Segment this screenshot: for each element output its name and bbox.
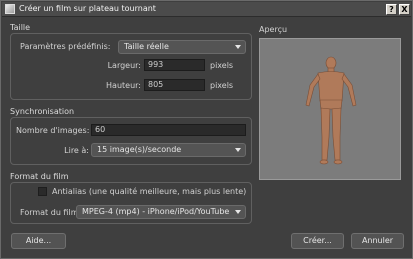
frames-label: Nombre d'images: xyxy=(16,126,90,135)
app-icon xyxy=(5,4,15,14)
cancel-button[interactable]: Annuler xyxy=(351,233,404,249)
window-title: Créer un film sur plateau tournant xyxy=(19,4,156,13)
rate-value: 15 image(s)/seconde xyxy=(97,145,182,154)
preview-panel xyxy=(259,38,401,180)
group-title-format: Format du film xyxy=(10,172,69,181)
rate-dropdown[interactable]: 15 image(s)/seconde xyxy=(91,143,246,157)
antialias-checkbox[interactable] xyxy=(38,187,47,196)
height-label: Hauteur: xyxy=(106,81,141,90)
chevron-down-icon xyxy=(235,148,241,152)
preview-title: Aperçu xyxy=(259,25,288,34)
format-value: MPEG-4 (mp4) - iPhone/iPod/YouTube xyxy=(82,207,230,216)
help-title-button[interactable]: ? xyxy=(386,4,397,15)
preset-value: Taille réelle xyxy=(124,42,169,51)
title-bar[interactable]: Créer un film sur plateau tournant ? X xyxy=(2,2,411,17)
group-title-synchro: Synchronisation xyxy=(10,107,75,116)
help-button[interactable]: Aide... xyxy=(11,233,66,249)
height-unit: pixels xyxy=(210,81,234,90)
width-input[interactable]: 993 xyxy=(144,59,205,71)
format-label: Format du film: xyxy=(20,208,82,217)
width-label: Largeur: xyxy=(107,61,141,70)
rate-label: Lire à: xyxy=(64,146,89,155)
dialog-window: Créer un film sur plateau tournant ? X T… xyxy=(0,0,413,259)
close-button[interactable]: X xyxy=(399,4,410,15)
format-dropdown[interactable]: MPEG-4 (mp4) - iPhone/iPod/YouTube xyxy=(76,205,246,219)
frames-input[interactable]: 60 xyxy=(91,124,246,136)
preset-dropdown[interactable]: Taille réelle xyxy=(118,40,246,54)
create-button[interactable]: Créer... xyxy=(291,233,344,249)
group-title-taille: Taille xyxy=(10,23,31,32)
human-figure-image xyxy=(305,56,357,165)
height-input[interactable]: 805 xyxy=(144,79,205,91)
chevron-down-icon xyxy=(235,45,241,49)
antialias-label: Antialias (une qualité meilleure, mais p… xyxy=(52,187,247,196)
chevron-down-icon xyxy=(235,210,241,214)
width-unit: pixels xyxy=(210,61,234,70)
preset-label: Paramètres prédéfinis: xyxy=(20,42,111,51)
